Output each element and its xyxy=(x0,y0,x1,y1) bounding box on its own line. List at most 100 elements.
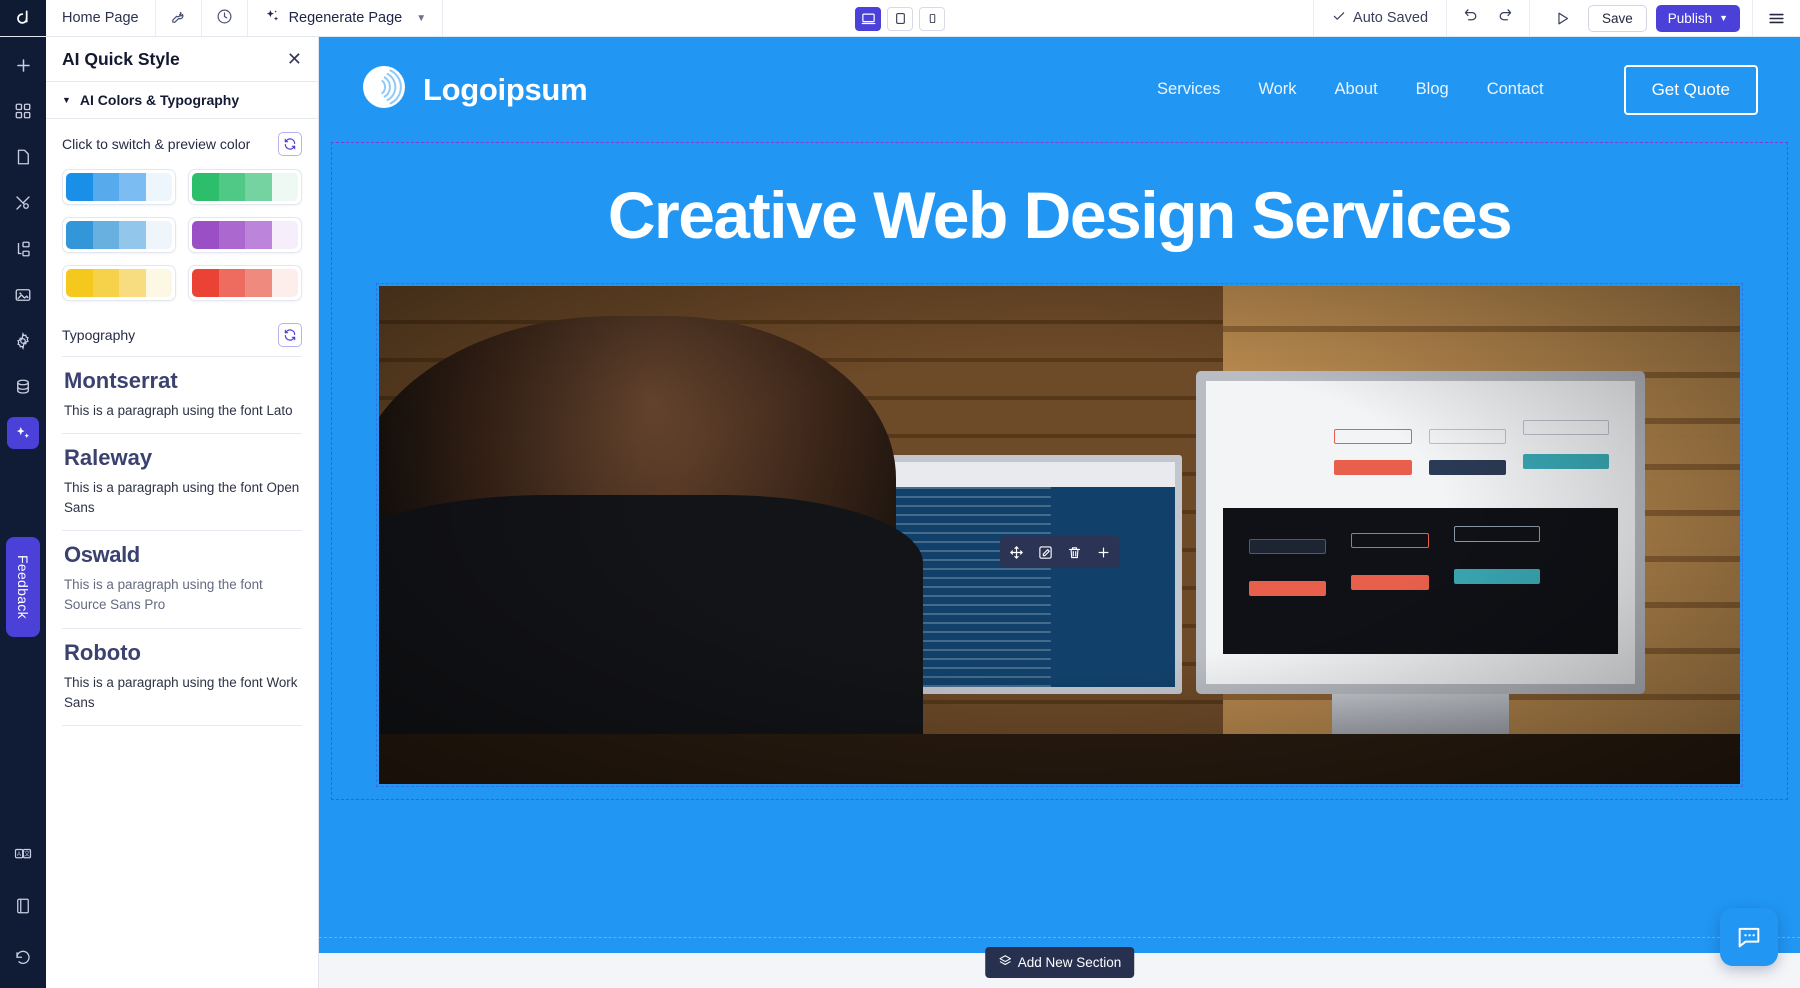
colors-section-header: Click to switch & preview color xyxy=(46,119,318,165)
rail-bottom-icons: A 文 xyxy=(0,838,46,974)
nav-link-work[interactable]: Work xyxy=(1258,80,1296,99)
accordion-ai-colors-typography[interactable]: ▼ AI Colors & Typography xyxy=(46,82,318,119)
site-navbar: Logoipsum Services Work About Blog Conta… xyxy=(319,37,1800,142)
autosave-status: Auto Saved xyxy=(1313,0,1446,36)
rail-ai-icon[interactable] xyxy=(7,417,39,449)
plus-icon[interactable] xyxy=(1090,540,1117,564)
app-body: Feedback A 文 AI Quick Style ✕ ▼ AI Color… xyxy=(0,37,1800,988)
check-icon xyxy=(1332,9,1346,27)
rail-history-icon[interactable] xyxy=(7,942,39,974)
rail-docs-icon[interactable] xyxy=(7,890,39,922)
page-canvas: Logoipsum Services Work About Blog Conta… xyxy=(319,37,1800,988)
page-name-button[interactable]: Home Page xyxy=(46,0,156,36)
site-nav-links: Services Work About Blog Contact Get Quo… xyxy=(1157,64,1758,115)
publish-label: Publish xyxy=(1667,10,1713,26)
hero-title[interactable]: Creative Web Design Services xyxy=(344,155,1775,283)
rail-media-icon[interactable] xyxy=(7,279,39,311)
font-paragraph-sample: This is a paragraph using the font Work … xyxy=(64,674,298,710)
chevron-down-icon[interactable]: ▼ xyxy=(416,13,426,24)
font-option-roboto[interactable]: Roboto This is a paragraph using the fon… xyxy=(62,629,302,726)
rail-layers-icon[interactable] xyxy=(7,233,39,265)
nav-link-blog[interactable]: Blog xyxy=(1416,80,1449,99)
page-settings-button[interactable] xyxy=(156,0,202,36)
concentric-circles-logo-icon xyxy=(361,64,407,115)
rail-add-icon[interactable] xyxy=(7,49,39,81)
tablet-view-button[interactable] xyxy=(887,6,913,31)
colors-label: Click to switch & preview color xyxy=(62,136,251,152)
font-option-oswald[interactable]: Oswald This is a paragraph using the fon… xyxy=(62,531,302,629)
palette-blue-muted[interactable] xyxy=(62,217,176,253)
font-option-raleway[interactable]: Raleway This is a paragraph using the fo… xyxy=(62,434,302,532)
font-paragraph-sample: This is a paragraph using the font Sourc… xyxy=(64,577,263,613)
left-icon-rail: Feedback A 文 xyxy=(0,37,46,988)
redo-icon[interactable] xyxy=(1496,7,1513,29)
rail-settings-icon[interactable] xyxy=(7,325,39,357)
move-arrows-icon[interactable] xyxy=(1003,540,1030,564)
regenerate-page-button[interactable]: Regenerate Page ▼ xyxy=(248,0,444,36)
svg-text:文: 文 xyxy=(24,850,30,858)
hero-image-block[interactable] xyxy=(376,283,1743,787)
palette-red[interactable] xyxy=(188,265,302,301)
selected-section[interactable]: Creative Web Design Services xyxy=(331,142,1788,800)
nav-link-services[interactable]: Services xyxy=(1157,80,1220,99)
add-new-section-label: Add New Section xyxy=(1017,955,1122,970)
rail-database-icon[interactable] xyxy=(7,371,39,403)
palette-purple[interactable] xyxy=(188,217,302,253)
version-history-button[interactable] xyxy=(202,0,248,36)
panel-title: AI Quick Style xyxy=(62,48,180,69)
wrench-icon xyxy=(170,8,187,29)
font-paragraph-sample: This is a paragraph using the font Open … xyxy=(64,480,300,516)
feedback-button[interactable]: Feedback xyxy=(6,537,40,637)
main-menu-button[interactable] xyxy=(1752,0,1800,36)
site-brand[interactable]: Logoipsum xyxy=(361,64,588,115)
regenerate-page-label: Regenerate Page xyxy=(288,10,403,26)
ai-quick-style-panel: AI Quick Style ✕ ▼ AI Colors & Typograph… xyxy=(46,37,319,988)
svg-text:A: A xyxy=(17,852,21,858)
app-root: Home Page Regenerate Page ▼ Auto Saved S… xyxy=(0,0,1800,988)
app-logo[interactable] xyxy=(0,0,46,36)
typography-refresh-icon[interactable] xyxy=(278,323,302,347)
font-heading-sample: Montserrat xyxy=(64,368,178,393)
rail-pages-icon[interactable] xyxy=(7,141,39,173)
save-publish-actions: Save Publish ▼ xyxy=(1530,4,1752,32)
palette-yellow[interactable] xyxy=(62,265,176,301)
colors-refresh-icon[interactable] xyxy=(278,132,302,156)
palette-grid xyxy=(46,165,318,301)
device-view-switcher xyxy=(855,0,945,37)
trash-icon[interactable] xyxy=(1061,540,1088,564)
rail-elements-icon[interactable] xyxy=(7,95,39,127)
get-quote-button[interactable]: Get Quote xyxy=(1623,64,1758,115)
website-preview: Logoipsum Services Work About Blog Conta… xyxy=(319,37,1800,953)
font-paragraph-sample: This is a paragraph using the font Lato xyxy=(64,403,293,418)
site-brand-name: Logoipsum xyxy=(423,71,588,107)
autosave-label: Auto Saved xyxy=(1353,10,1429,26)
desktop-view-button[interactable] xyxy=(855,6,881,31)
accordion-label: AI Colors & Typography xyxy=(79,92,240,108)
add-new-section-button[interactable]: Add New Section xyxy=(984,947,1135,978)
top-toolbar-right: Auto Saved Save Publish ▼ xyxy=(1313,0,1800,36)
chat-bubble-icon[interactable] xyxy=(1720,908,1778,966)
rail-style-icon[interactable] xyxy=(7,187,39,219)
nav-link-contact[interactable]: Contact xyxy=(1487,80,1544,99)
preview-button[interactable] xyxy=(1546,10,1579,27)
close-icon[interactable]: ✕ xyxy=(287,50,302,68)
font-option-montserrat[interactable]: Montserrat This is a paragraph using the… xyxy=(62,356,302,435)
layers-icon xyxy=(998,954,1012,971)
panel-header: AI Quick Style ✕ xyxy=(46,37,318,82)
clock-history-icon xyxy=(216,8,233,29)
publish-button[interactable]: Publish ▼ xyxy=(1655,4,1740,32)
rail-translate-icon[interactable]: A 文 xyxy=(7,838,39,870)
pencil-square-icon[interactable] xyxy=(1032,540,1059,564)
mobile-view-button[interactable] xyxy=(919,6,945,31)
history-buttons xyxy=(1446,0,1531,36)
palette-blue-vivid[interactable] xyxy=(62,169,176,205)
caret-down-icon: ▼ xyxy=(62,95,71,105)
font-heading-sample: Oswald xyxy=(64,542,140,568)
nav-link-about[interactable]: About xyxy=(1335,80,1378,99)
undo-icon[interactable] xyxy=(1463,7,1480,29)
hero-image[interactable] xyxy=(379,286,1740,784)
page-name-label: Home Page xyxy=(62,10,139,26)
canvas-bottom-divider xyxy=(319,937,1800,938)
palette-green[interactable] xyxy=(188,169,302,205)
save-button[interactable]: Save xyxy=(1588,4,1647,32)
